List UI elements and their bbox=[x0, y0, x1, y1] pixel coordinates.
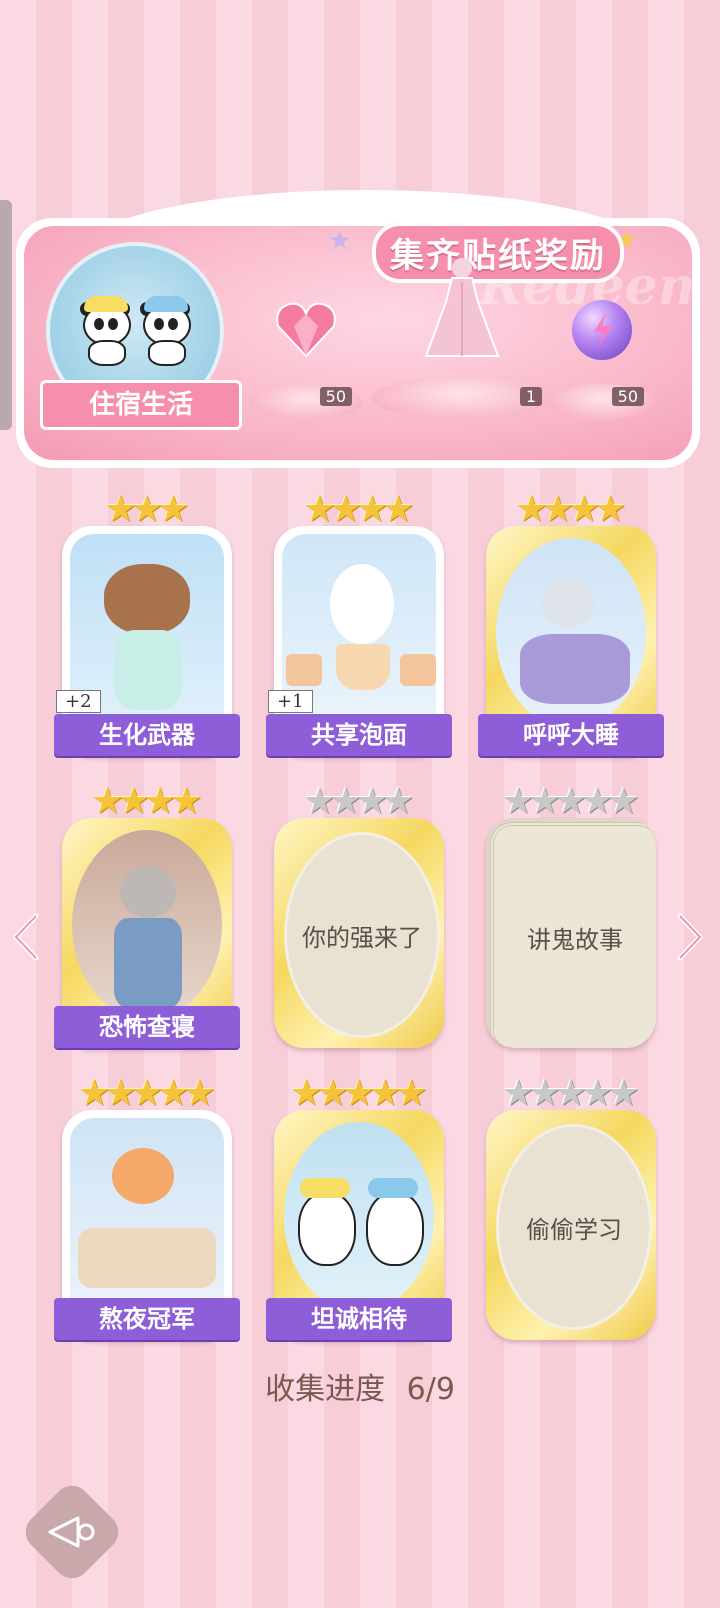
back-arrow-icon bbox=[34, 1494, 110, 1570]
star-rating: ★★★★ bbox=[515, 489, 627, 530]
star-rating: ★★★★★ bbox=[502, 1073, 640, 1114]
energy-orb-icon bbox=[572, 300, 632, 360]
sleeping-boy-art bbox=[496, 538, 646, 728]
sticker-card[interactable]: ★★★★ +1 共享泡面 bbox=[266, 489, 452, 756]
sticker-name: 生化武器 bbox=[54, 714, 240, 756]
dorm-inspector-art bbox=[72, 830, 222, 1020]
reward-dress[interactable]: 1 bbox=[372, 258, 552, 420]
sticker-card[interactable]: ★★★★ 呼呼大睡 bbox=[478, 489, 664, 756]
sticker-card[interactable]: ★★★★★ 熬夜冠军 bbox=[54, 1073, 240, 1340]
chevron-left-icon[interactable] bbox=[10, 912, 42, 973]
collection-progress: 收集进度 6/9 bbox=[0, 1364, 720, 1408]
dress-icon bbox=[424, 258, 500, 357]
category-label: 住宿生活 bbox=[40, 380, 242, 430]
star-rating: ★★★★★ bbox=[290, 1073, 428, 1114]
progress-value: 6/9 bbox=[406, 1372, 455, 1407]
star-rating: ★★★★ bbox=[91, 781, 203, 822]
sticker-name: 共享泡面 bbox=[266, 714, 452, 756]
sticker-card-locked[interactable]: 偷偷学习 ★★★★★ bbox=[486, 1073, 656, 1340]
sticker-card[interactable]: ★★★★★ 坦诚相待 bbox=[266, 1073, 452, 1340]
star-rating: ★★★★★ bbox=[502, 781, 640, 822]
reward-energy-orb[interactable]: 50 bbox=[550, 300, 654, 420]
sticker-name: 讲鬼故事 bbox=[527, 925, 623, 954]
side-edge-handle bbox=[0, 200, 12, 430]
sticker-name: 你的强来了 bbox=[302, 923, 422, 952]
progress-label: 收集进度 bbox=[265, 1372, 386, 1407]
star-rating: ★★★★★ bbox=[78, 1073, 216, 1114]
sticker-name: 恐怖查寝 bbox=[54, 1006, 240, 1048]
panda-bath-art bbox=[284, 1122, 434, 1312]
chevron-right-icon[interactable] bbox=[674, 912, 706, 973]
reward-heart-gem[interactable]: 50 bbox=[250, 300, 362, 420]
sticker-name: 呼呼大睡 bbox=[478, 714, 664, 756]
purple-star-icon: ★ bbox=[328, 226, 352, 256]
panda-icon bbox=[140, 296, 191, 366]
panda-icon bbox=[80, 296, 131, 366]
reward-banner: Redeem ★ ★ 集齐贴纸奖励 住宿生活 50 1 50 bbox=[16, 190, 702, 468]
heart-gem-icon bbox=[276, 302, 336, 358]
reward-count: 50 bbox=[319, 387, 352, 406]
reward-count: 50 bbox=[611, 387, 644, 406]
sticker-card[interactable]: ★★★ +2 生化武器 bbox=[54, 489, 240, 756]
sticker-card[interactable]: ★★★★ 恐怖查寝 bbox=[54, 781, 240, 1048]
duplicate-count-badge: +2 bbox=[56, 690, 101, 713]
star-rating: ★★★★ bbox=[303, 489, 415, 530]
star-rating: ★★★★ bbox=[303, 781, 415, 822]
sticker-name: 偷偷学习 bbox=[526, 1215, 622, 1244]
sticker-name: 坦诚相待 bbox=[266, 1298, 452, 1340]
sticker-card-locked[interactable]: 讲鬼故事 ★★★★★ bbox=[486, 781, 656, 1048]
star-rating: ★★★ bbox=[104, 489, 190, 530]
sticker-name: 熬夜冠军 bbox=[54, 1298, 240, 1340]
sticker-card-locked[interactable]: 你的强来了 ★★★★ bbox=[274, 781, 444, 1048]
reward-count: 1 bbox=[519, 387, 542, 406]
duplicate-count-badge: +1 bbox=[268, 690, 313, 713]
